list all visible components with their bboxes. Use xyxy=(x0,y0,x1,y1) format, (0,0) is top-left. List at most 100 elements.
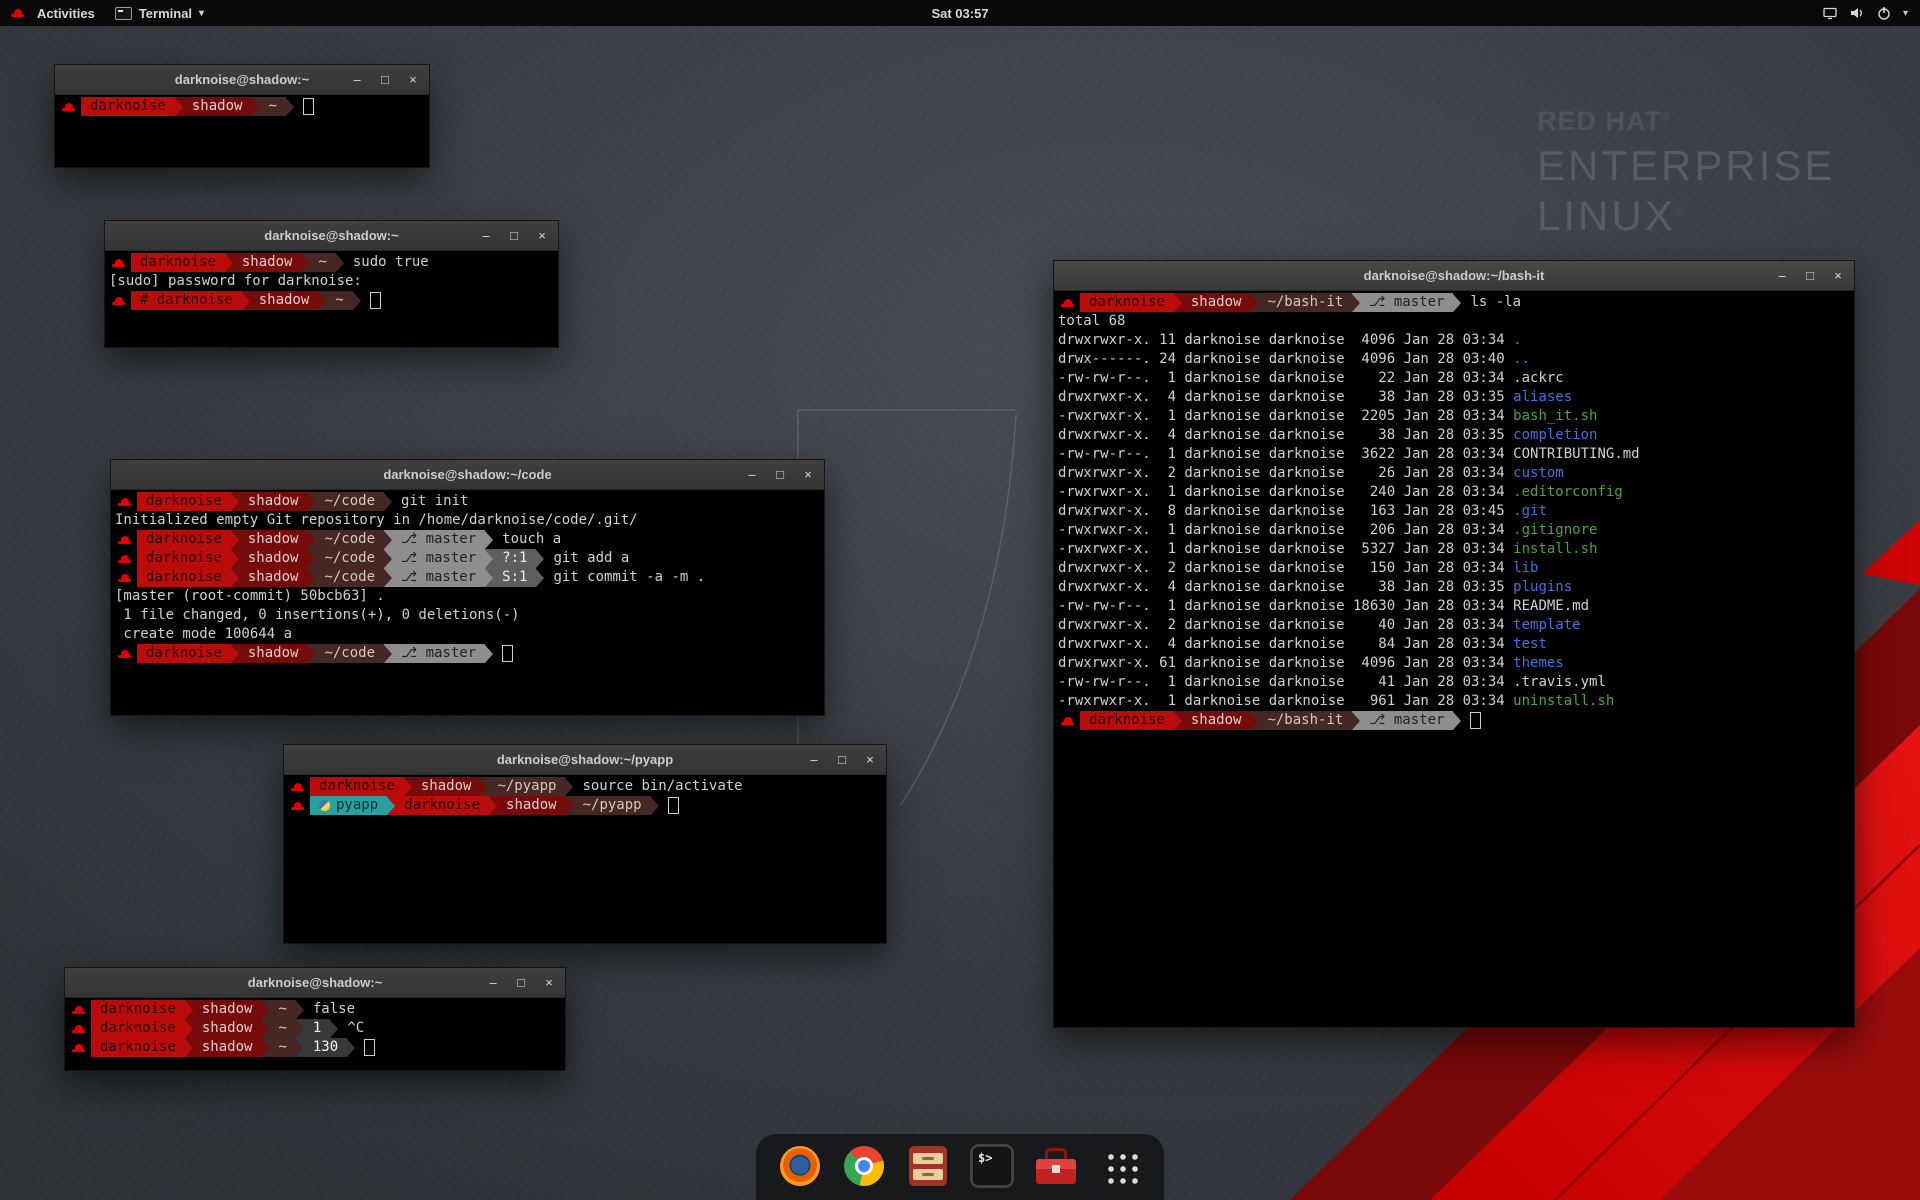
powerline-separator xyxy=(384,530,392,549)
prompt-segment-host: shadow xyxy=(412,777,481,796)
window-titlebar[interactable]: darknoise@shadow:~–□× xyxy=(105,221,558,251)
window-titlebar[interactable]: darknoise@shadow:~–□× xyxy=(65,968,565,998)
terminal-content[interactable]: darknoiseshadow~sudo true[sudo] password… xyxy=(105,251,558,347)
terminal-content[interactable]: darknoiseshadow~/bash-it⎇ masterls -lato… xyxy=(1054,291,1854,1027)
powerline-separator xyxy=(1352,711,1360,730)
terminal-icon[interactable]: $> xyxy=(970,1144,1014,1188)
terminal-content[interactable]: darknoiseshadow~/codegit initInitialized… xyxy=(111,490,824,715)
prompt-segment-path: ~ xyxy=(259,97,285,116)
system-tray[interactable]: ▾ xyxy=(1822,5,1920,21)
segment-text: shadow xyxy=(242,253,293,272)
command-text: ls -la xyxy=(1461,293,1521,312)
terminal-output-line: -rw-rw-r--. 1 darknoise darknoise 18630 … xyxy=(1058,597,1850,616)
volume-icon xyxy=(1849,5,1865,21)
branding-line2: ENTERPRISE xyxy=(1537,142,1835,190)
output-text: template xyxy=(1513,617,1580,633)
terminal-content[interactable]: darknoiseshadow~/pyappsource bin/activat… xyxy=(284,775,886,943)
minimize-button[interactable]: – xyxy=(350,73,364,87)
terminal-content[interactable]: darknoiseshadow~falsedarknoiseshadow~1^C… xyxy=(65,998,565,1070)
output-text: test xyxy=(1513,636,1547,652)
output-text: -rw-rw-r--. 1 darknoise darknoise 18630 … xyxy=(1058,598,1513,614)
powerline-separator xyxy=(536,549,544,568)
prompt-segment-host: shadow xyxy=(497,796,566,815)
app-menu-terminal[interactable]: Terminal ▾ xyxy=(105,0,214,26)
powerline-separator xyxy=(296,1000,304,1019)
activities-button[interactable]: Activities xyxy=(0,0,105,26)
powerline-separator xyxy=(480,777,488,796)
window-controls: –□ × xyxy=(479,221,549,250)
segment-text: ⎇ master xyxy=(401,549,476,568)
close-button[interactable]: × xyxy=(535,229,549,243)
maximize-button[interactable]: □ xyxy=(514,976,528,990)
prompt-segment-git: ⎇ master xyxy=(392,549,485,568)
segment-text: ~/code xyxy=(324,492,375,511)
close-button[interactable]: × xyxy=(542,976,556,990)
firefox-icon[interactable] xyxy=(778,1144,822,1188)
window-titlebar[interactable]: darknoise@shadow:~/code–□× xyxy=(111,460,824,490)
terminal-output-line: -rwxrwxr-x. 1 darknoise darknoise 5327 J… xyxy=(1058,540,1850,559)
minimize-button[interactable]: – xyxy=(745,468,759,482)
prompt-segment-user: darknoise xyxy=(395,796,489,815)
prompt-segment-path: ~ xyxy=(309,253,335,272)
prompt-segment-path: ~/pyapp xyxy=(574,796,651,815)
output-text: drwxrwxr-x. 61 darknoise darknoise 4096 … xyxy=(1058,655,1513,671)
terminal-content[interactable]: darknoiseshadow~ xyxy=(55,95,429,167)
segment-text: ~ xyxy=(278,1019,286,1038)
terminal-output-line: Initialized empty Git repository in /hom… xyxy=(115,511,820,530)
output-text: .gitignore xyxy=(1513,522,1597,538)
close-button[interactable]: × xyxy=(863,753,877,767)
terminal-output-line: -rw-rw-r--. 1 darknoise darknoise 3622 J… xyxy=(1058,445,1850,464)
files-icon[interactable] xyxy=(906,1144,950,1188)
maximize-button[interactable]: □ xyxy=(507,229,521,243)
clock[interactable]: Sat 03:57 xyxy=(931,6,988,21)
redhat-icon xyxy=(291,802,304,810)
prompt-segment-user: darknoise xyxy=(137,568,231,587)
powerline-separator xyxy=(307,492,315,511)
terminal-output-line: -rwxrwxr-x. 1 darknoise darknoise 961 Ja… xyxy=(1058,692,1850,711)
maximize-button[interactable]: □ xyxy=(835,753,849,767)
window-title: darknoise@shadow:~/bash-it xyxy=(1054,268,1854,283)
close-button[interactable]: × xyxy=(1831,269,1845,283)
segment-text: darknoise xyxy=(100,1019,176,1038)
segment-text: ⎇ master xyxy=(401,568,476,587)
minimize-button[interactable]: – xyxy=(1775,269,1789,283)
maximize-button[interactable]: □ xyxy=(378,73,392,87)
maximize-button[interactable]: □ xyxy=(1803,269,1817,283)
prompt-segment-host: shadow xyxy=(193,1019,262,1038)
terminal-prompt-line: darknoiseshadow~/codegit init xyxy=(115,492,820,511)
prompt-segment-path: ~/bash-it xyxy=(1258,293,1352,312)
window-titlebar[interactable]: darknoise@shadow:~/bash-it–□ × xyxy=(1054,261,1854,291)
powerline-separator xyxy=(1250,711,1258,730)
maximize-button[interactable]: □ xyxy=(773,468,787,482)
window-titlebar[interactable]: darknoise@shadow:~/pyapp–□× xyxy=(284,745,886,775)
terminal-output-line: total 68 xyxy=(1058,312,1850,331)
minimize-button[interactable]: – xyxy=(479,229,493,243)
output-text: drwxrwxr-x. 4 darknoise darknoise 38 Jan… xyxy=(1058,579,1513,595)
window-titlebar[interactable]: darknoise@shadow:~–□× xyxy=(55,65,429,95)
segment-text: shadow xyxy=(248,492,299,511)
segment-text: ~ xyxy=(278,1038,286,1057)
terminal-prompt-line: darknoiseshadow~/code⎇ master xyxy=(115,644,820,663)
app-grid-icon[interactable] xyxy=(1098,1144,1142,1188)
command-text: git add a xyxy=(544,549,629,568)
segment-text: darknoise xyxy=(100,1000,176,1019)
close-button[interactable]: × xyxy=(406,73,420,87)
redhat-icon xyxy=(118,555,131,563)
segment-text: ~/code xyxy=(324,568,375,587)
chrome-icon[interactable] xyxy=(842,1144,886,1188)
close-button[interactable]: × xyxy=(801,468,815,482)
terminal-prompt-line: darknoiseshadow~/code⎇ mastertouch a xyxy=(115,530,820,549)
terminal-prompt-line: darknoiseshadow~/pyappsource bin/activat… xyxy=(288,777,882,796)
powerline-separator xyxy=(489,796,497,815)
output-text: Initialized empty Git repository in /hom… xyxy=(115,512,638,528)
terminal-window: darknoise@shadow:~–□×darknoiseshadow~fal… xyxy=(64,967,566,1071)
segment-text: darknoise xyxy=(319,777,395,796)
prompt-segment-path: ~ xyxy=(269,1038,295,1057)
minimize-button[interactable]: – xyxy=(807,753,821,767)
prompt-segment-gitstat: ?:1 xyxy=(493,549,536,568)
toolbox-icon[interactable] xyxy=(1034,1144,1078,1188)
segment-text: darknoise xyxy=(140,253,216,272)
output-text: .travis.yml xyxy=(1513,674,1606,690)
minimize-button[interactable]: – xyxy=(486,976,500,990)
command-text: touch a xyxy=(493,530,561,549)
